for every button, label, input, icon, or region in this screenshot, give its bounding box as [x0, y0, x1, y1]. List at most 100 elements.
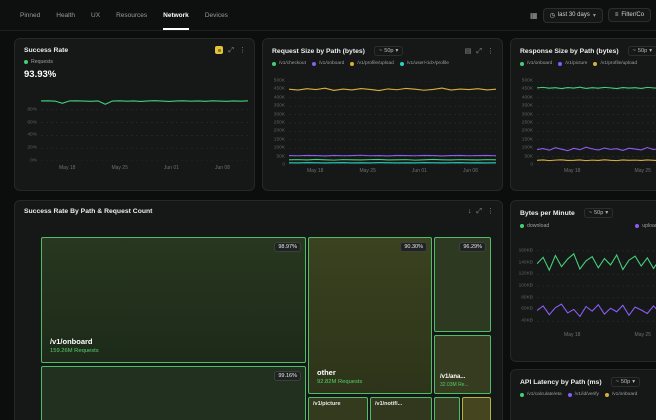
legend-label: /v1/id/verify: [575, 392, 599, 397]
expand-icon[interactable]: ⤢: [228, 47, 234, 54]
aggregation-select[interactable]: ~ 50p ▾: [584, 208, 613, 218]
top-navigation: PinnedHealthUXResourcesNetworkDevices ▦ …: [0, 0, 656, 31]
nav-tab-resources[interactable]: Resources: [116, 0, 147, 30]
legend-dot: [593, 62, 597, 66]
legend-item[interactable]: /v1/profile/upload: [593, 61, 637, 66]
nav-tab-ux[interactable]: UX: [91, 0, 100, 30]
aggregation-select[interactable]: ~ 50p ▾: [628, 46, 656, 56]
legend-item[interactable]: /v1/onboard: [520, 61, 552, 66]
legend-dot: [558, 62, 562, 66]
legend-dot: [635, 224, 639, 228]
aggregation-value: 50p: [621, 379, 630, 385]
treemap-block-requests: 92.82M Requests: [317, 379, 362, 385]
response-size-card: Response Size by Path (bytes) ~ 50p ▾ ⋮ …: [510, 38, 656, 191]
y-axis: 80%60%40%20%0%: [21, 97, 41, 161]
legend-item[interactable]: /v1/onboard: [312, 61, 344, 66]
bytes-per-minute-card: Bytes per Minute ~ 50p ▾ ⋮ download uploa…: [510, 200, 656, 362]
treemap-block-left-bottom[interactable]: 99.16%: [41, 366, 306, 420]
legend-item[interactable]: download: [520, 223, 549, 229]
series-line: [537, 87, 656, 88]
card-header: Success Rate ⤢ ⋮: [15, 39, 254, 57]
treemap-block-text: other 92.82M Requests: [317, 368, 362, 385]
treemap-block-other[interactable]: 90.30% other 92.82M Requests: [308, 237, 432, 394]
card-actions: ⤢ ⋮: [215, 46, 246, 54]
nav-tab-health[interactable]: Health: [56, 0, 75, 30]
nav-tab-network[interactable]: Network: [163, 0, 189, 30]
series-line: [537, 160, 656, 161]
treemap-block-picture[interactable]: /v1/picture: [308, 397, 368, 420]
x-axis: May 18May 25: [537, 332, 656, 338]
expand-icon[interactable]: ⤢: [476, 208, 482, 215]
legend-item[interactable]: /v1/picture: [558, 61, 587, 66]
y-axis-tick-label: 50K: [524, 154, 533, 159]
x-axis: May 18May 25Jun 01Jun 08: [41, 165, 248, 171]
x-axis-tick-label: Jun 08: [215, 165, 230, 171]
y-axis-tick-label: 100KB: [519, 284, 533, 289]
legend-item[interactable]: /v1/calculate/eta: [520, 392, 562, 397]
pinned-icon[interactable]: [215, 46, 223, 54]
nav-tab-devices[interactable]: Devices: [205, 0, 228, 30]
expand-icon[interactable]: ⤢: [476, 48, 482, 55]
treemap-block-analytics[interactable]: /v1/ana... 32.03M Re...: [434, 335, 491, 394]
legend-item[interactable]: /v1/user/<id>/profile: [400, 61, 449, 66]
aggregation-select[interactable]: ~ 50p ▾: [611, 377, 640, 387]
series-line: [537, 147, 656, 151]
legend-label: /v1/calculate/eta: [527, 392, 562, 397]
legend-label: /v1/picture: [565, 61, 587, 66]
y-axis-tick-label: 40%: [27, 133, 37, 138]
legend-item[interactable]: /v1/onboard: [605, 392, 637, 397]
legend-label: /v1/onboard: [612, 392, 637, 397]
legend-label: /v1/profile/upload: [600, 61, 637, 66]
legend-label: Requests: [31, 59, 53, 65]
treemap-block-text: /v1/ana... 32.03M Re...: [440, 374, 469, 388]
y-axis-tick-label: 120KB: [519, 272, 533, 277]
aggregation-select[interactable]: ~ 50p ▾: [374, 46, 403, 56]
treemap-block-onboard[interactable]: 98.97% /v1/onboard 159.26M Requests: [41, 237, 306, 363]
request-size-chart[interactable]: [289, 81, 496, 165]
kebab-menu-icon[interactable]: ⋮: [487, 208, 494, 215]
download-icon[interactable]: ↓: [468, 208, 472, 215]
filter-button[interactable]: ≡ Filter/Co: [608, 8, 651, 22]
treemap-block-label: /v1/onboard: [50, 337, 99, 346]
legend-dot: [520, 224, 524, 228]
y-axis: 160KB140KB120KB100KB80KB60KB40KB: [517, 245, 537, 327]
bytes-per-minute-chart[interactable]: [537, 245, 656, 327]
chart-legend: /v1/checkout/v1/onboard/v1/profile/uploa…: [263, 59, 502, 68]
x-axis-tick-label: May 18: [564, 332, 580, 338]
chart-area: 80%60%40%20%0%: [21, 97, 248, 161]
y-axis-tick-label: 500K: [274, 79, 285, 84]
treemap-block-small-1[interactable]: [434, 397, 460, 420]
success-rate-chart[interactable]: [41, 97, 248, 161]
legend-item[interactable]: /v1/checkout: [272, 61, 306, 66]
treemap-block-notifications[interactable]: /v1/notifi...: [370, 397, 432, 420]
legend-item[interactable]: /v1/profile/upload: [350, 61, 394, 66]
nav-tabs: Pinned Health UX Resources Network Devices: [0, 0, 228, 30]
card-header: Bytes per Minute ~ 50p ▾ ⋮: [511, 201, 656, 221]
chevron-down-icon: ▾: [593, 12, 596, 19]
treemap: 98.97% /v1/onboard 159.26M Requests 99.1…: [41, 237, 491, 420]
card-actions: ↓ ⤢ ⋮: [468, 208, 494, 215]
legend-dot: [605, 393, 609, 397]
legend-item[interactable]: /v1/id/verify: [568, 392, 599, 397]
treemap-block-small-2[interactable]: [462, 397, 491, 420]
legend-dot: [400, 62, 404, 66]
series-line: [537, 304, 656, 316]
legend-item[interactable]: upload: [635, 223, 656, 229]
y-axis-tick-label: 60KB: [521, 307, 533, 312]
y-axis-tick-label: 200K: [522, 129, 533, 134]
chart-type-icon[interactable]: ▤: [465, 48, 472, 55]
apps-grid-icon[interactable]: ▦: [530, 11, 538, 20]
kebab-menu-icon[interactable]: ⋮: [487, 48, 494, 55]
response-size-chart[interactable]: [537, 81, 656, 165]
y-axis-tick-label: 250K: [274, 121, 285, 126]
kebab-menu-icon[interactable]: ⋮: [239, 47, 246, 54]
legend-item[interactable]: Requests: [24, 59, 53, 65]
treemap-block-right-top[interactable]: 96.29%: [434, 237, 491, 332]
x-axis: May 18May 25Jun 01Jun 08: [289, 168, 496, 174]
y-axis-tick-label: 100K: [522, 146, 533, 151]
treemap-block-label: /v1/notifi...: [375, 401, 402, 407]
success-rate-by-path-card: Success Rate By Path & Request Count ↓ ⤢…: [14, 200, 503, 420]
nav-tab-pinned[interactable]: Pinned: [20, 0, 40, 30]
x-axis-tick-label: May 18: [564, 168, 580, 174]
time-range-select[interactable]: ◷ last 30 days ▾: [543, 8, 603, 23]
